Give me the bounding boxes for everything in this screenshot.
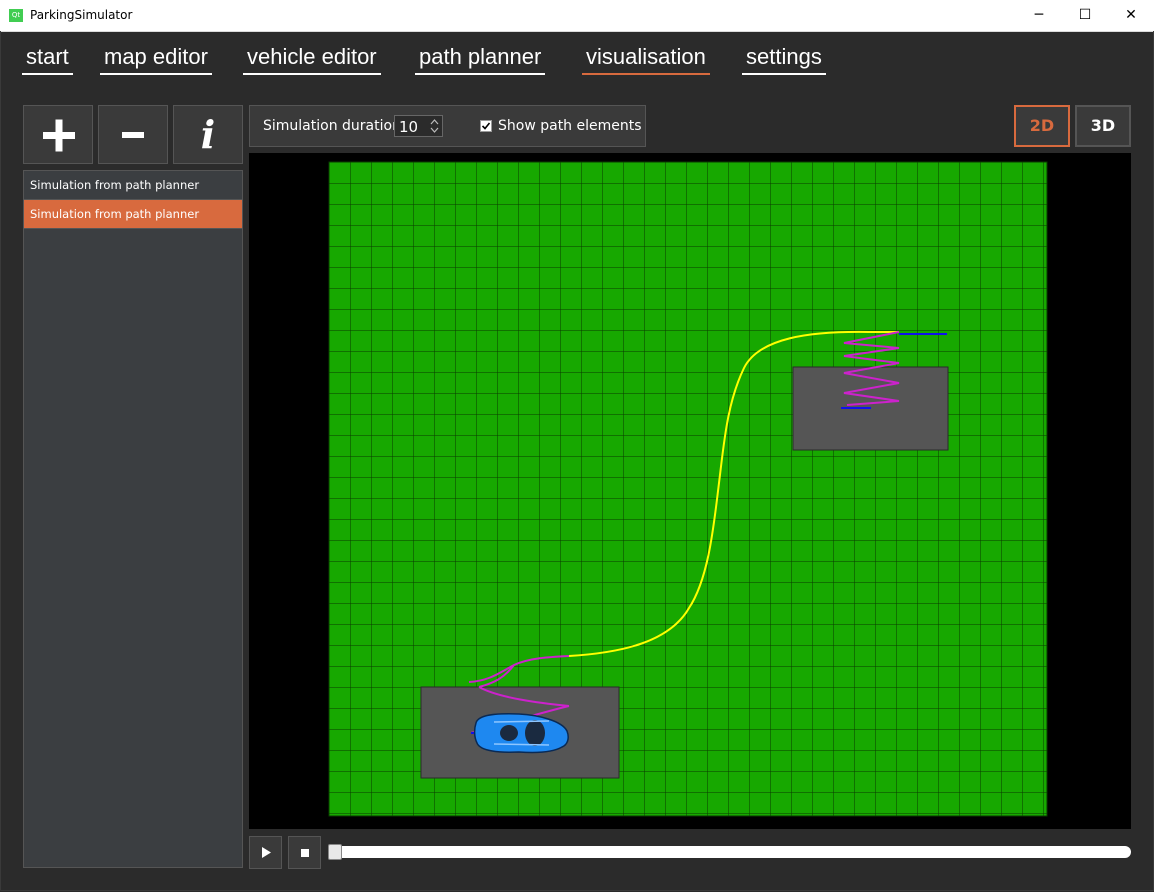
stop-button[interactable] — [288, 836, 321, 869]
stop-icon — [301, 849, 309, 857]
simulation-toolbar: Simulation duration 10 Show path element… — [249, 105, 646, 147]
window-title: ParkingSimulator — [30, 8, 133, 22]
tab-start[interactable]: start — [22, 44, 73, 75]
plus-icon — [43, 119, 75, 152]
tab-path-planner[interactable]: path planner — [415, 44, 546, 75]
view-2d-button[interactable]: 2D — [1014, 105, 1070, 147]
duration-spinbox[interactable]: 10 — [394, 115, 443, 137]
tab-visualisation[interactable]: visualisation — [582, 44, 710, 75]
list-item[interactable]: Simulation from path planner — [24, 171, 242, 200]
add-simulation-button[interactable] — [23, 105, 93, 164]
view-3d-button[interactable]: 3D — [1075, 105, 1131, 147]
checkmark-icon — [481, 122, 491, 130]
duration-value: 10 — [399, 118, 419, 136]
info-icon: i — [200, 112, 216, 157]
play-button[interactable] — [249, 836, 282, 869]
show-path-checkbox[interactable] — [480, 120, 492, 132]
minimize-icon: ─ — [1034, 7, 1044, 23]
timeline-track[interactable] — [328, 846, 1131, 858]
tab-map-editor[interactable]: map editor — [100, 44, 212, 75]
close-button[interactable]: ✕ — [1108, 0, 1154, 31]
qt-app-icon: Qt — [9, 9, 23, 22]
duration-label: Simulation duration — [263, 118, 401, 134]
play-icon — [262, 847, 271, 858]
info-button[interactable]: i — [173, 105, 243, 164]
map-viewport[interactable] — [249, 153, 1131, 829]
minus-icon — [122, 132, 144, 138]
list-item-selected[interactable]: Simulation from path planner — [24, 200, 242, 229]
show-path-label: Show path elements — [498, 118, 642, 134]
maximize-icon: ☐ — [1078, 7, 1092, 23]
timeline-handle[interactable] — [328, 844, 342, 860]
close-icon: ✕ — [1125, 7, 1137, 23]
map-canvas[interactable] — [249, 153, 1131, 829]
tab-settings[interactable]: settings — [742, 44, 826, 75]
spin-arrows-icon[interactable] — [429, 117, 440, 135]
tab-vehicle-editor[interactable]: vehicle editor — [243, 44, 381, 75]
title-bar: Qt ParkingSimulator ─ ☐ ✕ — [0, 0, 1154, 32]
simulation-list[interactable]: Simulation from path planner Simulation … — [23, 170, 243, 868]
remove-simulation-button[interactable] — [98, 105, 168, 164]
maximize-button[interactable]: ☐ — [1062, 0, 1108, 31]
minimize-button[interactable]: ─ — [1016, 0, 1062, 31]
